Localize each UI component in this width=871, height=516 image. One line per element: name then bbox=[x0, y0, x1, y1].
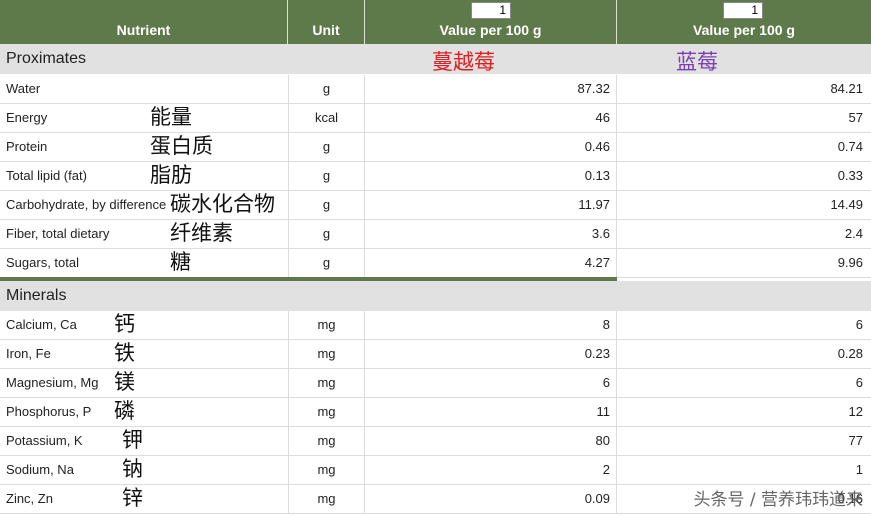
chinese-annotation: 蛋白质 bbox=[150, 134, 213, 158]
nutrient-unit: g bbox=[288, 75, 365, 103]
nutrient-name: Potassium, K bbox=[6, 433, 83, 448]
value-col2: 9.96 bbox=[837, 255, 863, 270]
nutrient-name: Zinc, Zn bbox=[6, 491, 53, 506]
nutrient-unit: mg bbox=[288, 456, 365, 484]
nutrient-unit: mg bbox=[288, 485, 365, 513]
value-col1: 0.46 bbox=[365, 133, 617, 161]
nutrient-unit: g bbox=[288, 162, 365, 190]
table-row: Water g 87.32 84.21 bbox=[0, 75, 871, 104]
value-col2: 84.21 bbox=[830, 81, 863, 96]
value-col1: 11.97 bbox=[365, 191, 617, 219]
nutrient-unit: mg bbox=[288, 427, 365, 455]
chinese-annotation: 锌 bbox=[122, 486, 143, 510]
value-col2: 0.74 bbox=[837, 139, 863, 154]
value-col1: 0.13 bbox=[365, 162, 617, 190]
nutrient-unit: kcal bbox=[288, 104, 365, 132]
header-value-col2-label: Value per 100 g bbox=[693, 22, 795, 38]
nutrient-unit: mg bbox=[288, 369, 365, 397]
value-col2: 0.33 bbox=[837, 168, 863, 183]
value-col2: 2.4 bbox=[844, 226, 863, 241]
table-row: Sugars, total g 4.27 9.96 bbox=[0, 249, 871, 278]
header-unit: Unit bbox=[288, 0, 365, 44]
chinese-annotation: 磷 bbox=[114, 399, 135, 423]
chinese-annotation: 钙 bbox=[114, 312, 135, 336]
header-value-col2: 1 Value per 100 g bbox=[617, 0, 871, 44]
nutrient-name: Protein bbox=[6, 139, 48, 154]
nutrient-unit: g bbox=[288, 133, 365, 161]
value-col2: 6 bbox=[855, 317, 863, 332]
chinese-annotation: 碳水化合物 bbox=[170, 192, 275, 216]
chinese-annotation: 能量 bbox=[150, 105, 192, 129]
nutrient-name: Magnesium, Mg bbox=[6, 375, 99, 390]
chinese-annotation: 糖 bbox=[170, 250, 191, 274]
col1-quantity-input[interactable]: 1 bbox=[471, 2, 511, 19]
value-col1: 2 bbox=[365, 456, 617, 484]
nutrient-name: Iron, Fe bbox=[6, 346, 51, 361]
chinese-annotation: 钠 bbox=[122, 457, 143, 481]
nutrient-unit: mg bbox=[288, 398, 365, 426]
value-col1: 80 bbox=[365, 427, 617, 455]
value-col2: 1 bbox=[855, 462, 863, 477]
header-value-col1-label: Value per 100 g bbox=[439, 22, 542, 38]
value-col1: 3.6 bbox=[365, 220, 617, 248]
header-nutrient: Nutrient bbox=[0, 0, 288, 44]
header-nutrient-label: Nutrient bbox=[116, 22, 171, 38]
value-col1: 46 bbox=[365, 104, 617, 132]
table-header: Nutrient Unit 1 Value per 100 g 1 Value … bbox=[0, 0, 871, 44]
table-row: Total lipid (fat) g 0.13 0.33 bbox=[0, 162, 871, 191]
nutrient-name: Sodium, Na bbox=[6, 462, 74, 477]
section-minerals: Minerals bbox=[0, 281, 871, 311]
value-col2: 57 bbox=[848, 110, 863, 125]
nutrient-name: Fiber, total dietary bbox=[6, 226, 110, 241]
section-minerals-title: Minerals bbox=[6, 287, 67, 304]
value-col2: 0.28 bbox=[837, 346, 863, 361]
chinese-annotation: 铁 bbox=[114, 341, 135, 365]
nutrient-unit: g bbox=[288, 191, 365, 219]
nutrient-name: Water bbox=[6, 81, 41, 96]
table-row: Carbohydrate, by difference g 11.97 14.49 bbox=[0, 191, 871, 220]
nutrient-name: Sugars, total bbox=[6, 255, 79, 270]
value-col1: 11 bbox=[365, 398, 617, 426]
nutrient-unit: mg bbox=[288, 340, 365, 368]
nutrient-name: Phosphorus, P bbox=[6, 404, 92, 419]
chinese-annotation: 镁 bbox=[114, 370, 135, 394]
chinese-annotation: 脂肪 bbox=[150, 163, 192, 187]
value-col2: 77 bbox=[848, 433, 863, 448]
value-col1: 4.27 bbox=[365, 249, 617, 277]
nutrient-name: Calcium, Ca bbox=[6, 317, 77, 332]
fruit-label-col1: 蔓越莓 bbox=[432, 50, 495, 74]
value-col1: 8 bbox=[365, 311, 617, 339]
chinese-annotation: 纤维素 bbox=[170, 221, 233, 245]
nutrient-unit: g bbox=[288, 220, 365, 248]
section-proximates-title: Proximates bbox=[6, 50, 87, 67]
chinese-annotation: 钾 bbox=[122, 428, 143, 452]
value-col1: 87.32 bbox=[365, 75, 617, 103]
fruit-label-col2: 蓝莓 bbox=[676, 50, 718, 74]
watermark: 头条号 / 营养玮玮道来 bbox=[693, 490, 863, 510]
nutrient-unit: mg bbox=[288, 311, 365, 339]
value-col2: 12 bbox=[848, 404, 863, 419]
header-value-col1: 1 Value per 100 g bbox=[365, 0, 617, 44]
nutrient-name: Total lipid (fat) bbox=[6, 168, 87, 183]
col2-quantity-input[interactable]: 1 bbox=[723, 2, 763, 19]
table-row: Protein g 0.46 0.74 bbox=[0, 133, 871, 162]
value-col1: 0.09 bbox=[365, 485, 617, 513]
nutrient-unit: g bbox=[288, 249, 365, 277]
value-col1: 6 bbox=[365, 369, 617, 397]
value-col2: 14.49 bbox=[830, 197, 863, 212]
table-row: Fiber, total dietary g 3.6 2.4 bbox=[0, 220, 871, 249]
value-col2: 6 bbox=[855, 375, 863, 390]
nutrient-name: Energy bbox=[6, 110, 48, 125]
table-row: Energy kcal 46 57 bbox=[0, 104, 871, 133]
value-col1: 0.23 bbox=[365, 340, 617, 368]
header-unit-label: Unit bbox=[312, 22, 340, 38]
